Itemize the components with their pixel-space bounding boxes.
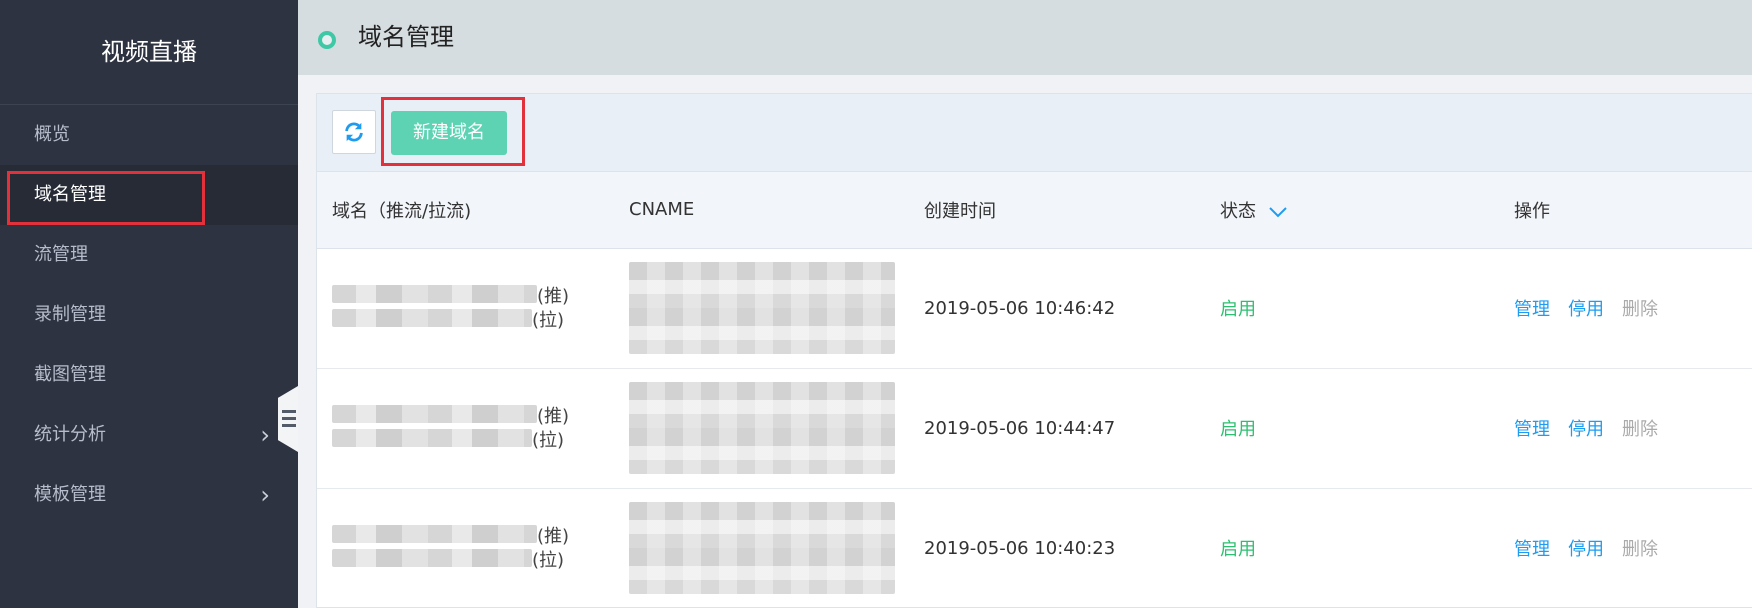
menu-icon [282,410,296,428]
page-header: 域名管理 [298,0,1752,75]
manage-link[interactable]: 管理 [1514,419,1550,440]
domain-cell: (推) (拉) [317,488,614,608]
manage-link[interactable]: 管理 [1514,299,1550,320]
redacted-pull-domain [332,309,532,327]
actions-cell: 管理 停用 删除 [1499,488,1752,608]
status-cell: 启用 [1220,539,1256,560]
disable-link[interactable]: 停用 [1568,539,1604,560]
table-row: (推) (拉) 2019-05-06 10:46:42 启用 管理 停用 删除 [317,248,1752,368]
sidebar-item-screenshot-management[interactable]: 截图管理 [0,345,298,405]
redacted-pull-domain [332,549,532,567]
created-cell: 2019-05-06 10:44:47 [924,417,1116,439]
column-header-cname: CNAME [629,199,695,221]
actions-cell: 管理 停用 删除 [1499,248,1752,368]
domain-cell: (推) (拉) [317,368,614,488]
redacted-cname [629,502,895,594]
cname-cell [614,368,909,488]
page-title: 域名管理 [358,23,454,51]
sidebar-item-recording-management[interactable]: 录制管理 [0,285,298,345]
push-tag: (推) [537,526,570,547]
sidebar: 视频直播 概览 域名管理 流管理 录制管理 截图管理 统计分析 › 模板管理 › [0,0,298,608]
delete-link[interactable]: 删除 [1622,539,1658,560]
sidebar-item-label: 流管理 [34,244,88,265]
sidebar-item-overview[interactable]: 概览 [0,105,298,165]
table-row: (推) (拉) 2019-05-06 10:40:23 启用 管理 停用 删除 [317,488,1752,608]
pull-tag: (拉) [532,550,565,571]
redacted-pull-domain [332,429,532,447]
sidebar-item-template-management[interactable]: 模板管理 › [0,465,298,525]
sidebar-title: 视频直播 [0,0,298,105]
column-header-status-label: 状态 [1220,200,1256,222]
column-header-domain: 域名（推流/拉流) [332,200,472,222]
push-tag: (推) [537,406,570,427]
refresh-icon [345,122,363,142]
delete-link[interactable]: 删除 [1622,299,1658,320]
push-tag: (推) [537,286,570,307]
sidebar-item-label: 截图管理 [34,364,106,385]
new-domain-button[interactable]: 新建域名 [391,111,507,155]
main-panel: 新建域名 域名（推流/拉流) CNAME 创建时间 状态 操作 (推) (拉) … [316,93,1752,608]
sidebar-item-domain-management[interactable]: 域名管理 [0,165,298,225]
domain-cell: (推) (拉) [317,248,614,368]
column-header-actions: 操作 [1514,200,1550,222]
status-cell: 启用 [1220,299,1256,320]
manage-link[interactable]: 管理 [1514,539,1550,560]
redacted-cname [629,382,895,474]
column-header-created: 创建时间 [924,200,996,222]
sidebar-item-label: 概览 [34,124,70,145]
cname-cell [614,248,909,368]
sidebar-item-label: 统计分析 [34,424,106,445]
chevron-right-icon: › [260,481,270,509]
redacted-push-domain [332,285,537,303]
sidebar-item-label: 域名管理 [34,184,106,205]
pull-tag: (拉) [532,430,565,451]
cname-cell [614,488,909,608]
sidebar-item-label: 录制管理 [34,304,106,325]
column-header-status[interactable]: 状态 [1205,172,1499,248]
delete-link[interactable]: 删除 [1622,419,1658,440]
table-header-row: 域名（推流/拉流) CNAME 创建时间 状态 操作 [317,172,1752,248]
chevron-right-icon: › [260,421,270,449]
sidebar-menu: 概览 域名管理 流管理 录制管理 截图管理 统计分析 › 模板管理 › [0,105,298,525]
redacted-push-domain [332,525,537,543]
status-cell: 启用 [1220,419,1256,440]
sidebar-item-label: 模板管理 [34,484,106,505]
table-row: (推) (拉) 2019-05-06 10:44:47 启用 管理 停用 删除 [317,368,1752,488]
created-cell: 2019-05-06 10:40:23 [924,537,1116,559]
chevron-down-icon[interactable] [1268,206,1288,218]
domain-table: 域名（推流/拉流) CNAME 创建时间 状态 操作 (推) (拉) 2019-… [317,172,1752,608]
created-cell: 2019-05-06 10:46:42 [924,297,1116,319]
redacted-cname [629,262,895,354]
disable-link[interactable]: 停用 [1568,419,1604,440]
sidebar-item-stream-management[interactable]: 流管理 [0,225,298,285]
sidebar-item-statistics[interactable]: 统计分析 › [0,405,298,465]
refresh-button[interactable] [332,110,376,154]
disable-link[interactable]: 停用 [1568,299,1604,320]
redacted-push-domain [332,405,537,423]
status-dot-icon [318,31,336,49]
pull-tag: (拉) [532,310,565,331]
actions-cell: 管理 停用 删除 [1499,368,1752,488]
toolbar: 新建域名 [317,94,1752,172]
